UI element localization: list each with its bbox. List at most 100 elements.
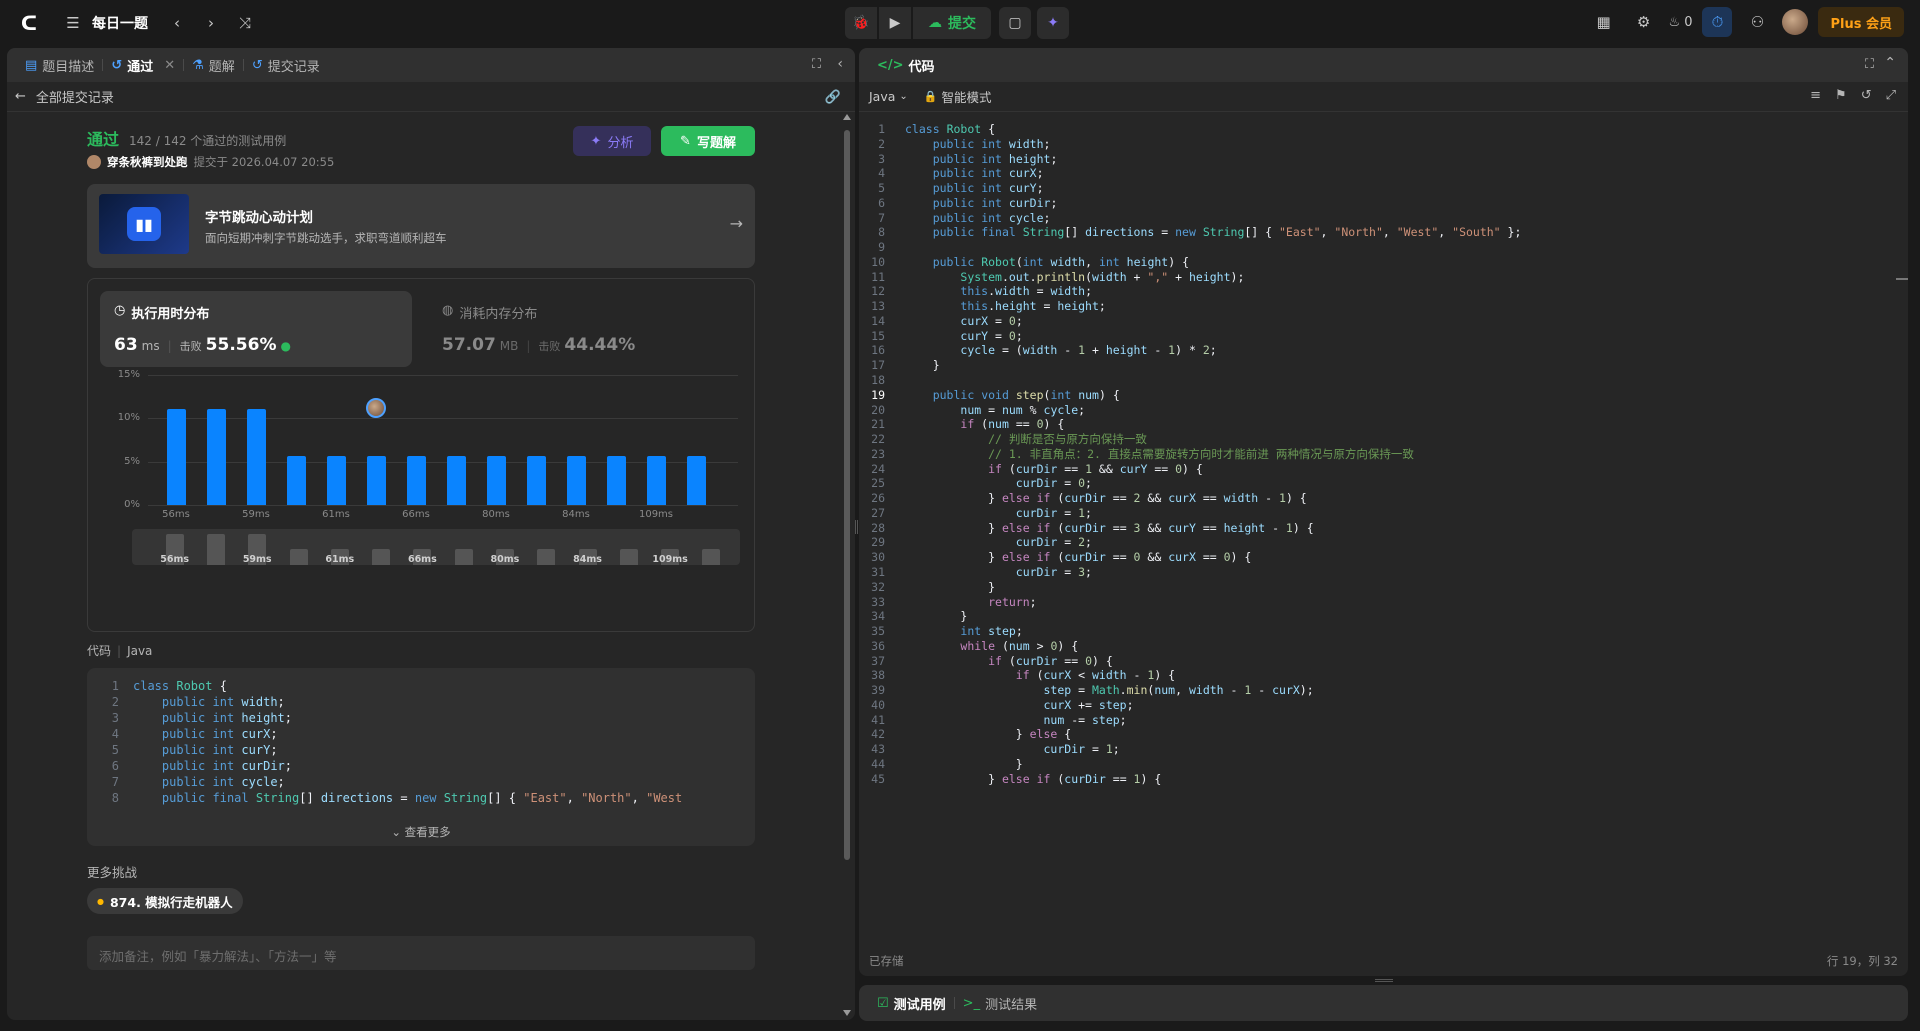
code-line[interactable]: 34 } [865,609,1889,624]
code-line[interactable]: 19 public void step(int num) { [865,388,1889,403]
editor-scroll-indicator[interactable] [1896,278,1908,280]
code-line[interactable]: 12 this.width = width; [865,284,1889,299]
plus-member-button[interactable]: Plus 会员 [1818,7,1904,37]
add-friend-icon[interactable]: ⚇ [1742,7,1772,37]
code-line[interactable]: 29 curDir = 2; [865,535,1889,550]
code-line[interactable]: 36 while (num > 0) { [865,639,1889,654]
tab-code[interactable]: </> 代码 [869,48,943,82]
code-line[interactable]: 10 public Robot(int width, int height) { [865,255,1889,270]
code-line[interactable]: 20 num = num % cycle; [865,403,1889,418]
view-more-button[interactable]: ⌄ 查看更多 [87,824,755,840]
chart-bar[interactable] [646,456,666,505]
chart-bar[interactable] [606,456,626,505]
code-line[interactable]: 3 public int height; [865,152,1889,167]
chart-bar[interactable] [486,456,506,505]
code-line[interactable]: 41 num -= step; [865,713,1889,728]
bookmark-icon[interactable]: ⚑ [1835,88,1847,103]
link-icon[interactable]: 🔗 [825,90,841,105]
code-line[interactable]: 25 curDir = 0; [865,476,1889,491]
format-icon[interactable]: ≡ [1810,88,1821,103]
leetcode-logo-icon[interactable]: ᑕ [14,8,44,38]
code-line[interactable]: 11 System.out.println(width + "," + heig… [865,270,1889,285]
collapse-icon[interactable]: ‹ [837,56,843,72]
code-line[interactable]: 35 int step; [865,624,1889,639]
chart-bar[interactable] [326,456,346,505]
chart-bar[interactable] [526,456,546,505]
code-line[interactable]: 43 curDir = 1; [865,742,1889,757]
streak-counter[interactable]: ♨ 0 [1669,15,1693,30]
code-line[interactable]: 16 cycle = (width - 1 + height - 1) * 2; [865,343,1889,358]
all-submissions-link[interactable]: 全部提交记录 [36,87,114,106]
reset-icon[interactable]: ↺ [1861,88,1872,103]
vertical-splitter[interactable] [855,520,858,534]
chart-bar[interactable] [406,456,426,505]
write-solution-button[interactable]: ✎ 写题解 [661,126,755,156]
code-line[interactable]: 8 public final String[] directions = new… [865,225,1889,240]
tab-solutions[interactable]: ⚗ 题解 [184,48,243,82]
code-line[interactable]: 33 return; [865,595,1889,610]
layout-grid-icon[interactable]: ▦ [1589,7,1619,37]
code-line[interactable]: 9 [865,240,1889,255]
code-line[interactable]: 7 public int cycle; [865,211,1889,226]
code-line[interactable]: 17 } [865,358,1889,373]
arrow-left-icon[interactable]: ← [15,89,26,104]
tab-testcase[interactable]: ☑ 测试用例 [869,986,954,1020]
prev-problem-icon[interactable]: ‹ [162,8,192,38]
smart-mode-toggle[interactable]: 🔒 智能模式 [924,87,992,106]
code-line[interactable]: 2 public int width; [865,137,1889,152]
code-line[interactable]: 6 public int curDir; [865,196,1889,211]
chart-bar[interactable] [366,456,386,505]
code-line[interactable]: 30 } else if (curDir == 0 && curX == 0) … [865,550,1889,565]
note-input[interactable]: 添加备注，例如「暴力解法」、「方法一」等 [87,936,755,970]
tab-test-result[interactable]: >_ 测试结果 [955,986,1045,1020]
run-button[interactable]: ▶ [879,7,911,39]
problem-list-icon[interactable]: ☰ [58,8,88,38]
code-line[interactable]: 45 } else if (curDir == 1) { [865,772,1889,787]
chart-range-slider[interactable]: 56ms 59ms 61ms 66ms 80ms 84ms 109ms [132,529,740,565]
tab-description[interactable]: ▤ 题目描述 [17,48,102,82]
code-line[interactable]: 14 curX = 0; [865,314,1889,329]
code-line[interactable]: 4 public int curX; [865,166,1889,181]
code-line[interactable]: 18 [865,373,1889,388]
chart-bar[interactable] [286,456,306,505]
analyze-button[interactable]: ✦ 分析 [573,126,651,156]
scrollbar[interactable] [841,112,853,1020]
promo-banner[interactable]: ▮▮ 字节跳动心动计划 面向短期冲刺字节跳动选手，求职弯道顺利超车 → [87,184,755,268]
user-avatar[interactable] [87,155,101,169]
code-line[interactable]: 23 // 1. 非直角点：2. 直接点需要旋转方向时才能前进 两种情况与原方向… [865,447,1889,462]
code-editor[interactable]: 1 class Robot {2 public int width; 3 publi… [859,122,1889,934]
horizontal-splitter[interactable] [1375,979,1393,982]
code-line[interactable]: 21 if (num == 0) { [865,417,1889,432]
chart-bar[interactable] [446,456,466,505]
code-line[interactable]: 24 if (curDir == 1 && curY == 0) { [865,462,1889,477]
submit-button[interactable]: ☁ 提交 [913,7,991,39]
code-line[interactable]: 1 class Robot { [865,122,1889,137]
challenge-chip[interactable]: ● 874. 模拟行走机器人 [87,888,243,914]
code-line[interactable]: 44 } [865,757,1889,772]
code-line[interactable]: 40 curX += step; [865,698,1889,713]
code-line[interactable]: 42 } else { [865,727,1889,742]
code-line[interactable]: 27 curDir = 1; [865,506,1889,521]
memory-tab[interactable]: ◍ 消耗内存分布 57.07 MB | 击败 44.44% [428,291,740,367]
code-line[interactable]: 26 } else if (curDir == 2 && curX == wid… [865,491,1889,506]
code-line[interactable]: 13 this.height = height; [865,299,1889,314]
maximize-icon[interactable]: ⛶ [812,57,821,72]
chart-bar[interactable] [166,408,186,505]
fullscreen-icon[interactable]: ⤢ [1886,88,1896,103]
code-line[interactable]: 37 if (curDir == 0) { [865,654,1889,669]
scroll-up-icon[interactable] [843,114,851,120]
code-line[interactable]: 5 public int curY; [865,181,1889,196]
problem-list-title[interactable]: 每日一题 [92,13,148,33]
code-line[interactable]: 38 if (curX < width - 1) { [865,668,1889,683]
close-icon[interactable]: ✕ [164,58,175,73]
avatar[interactable] [1782,9,1809,35]
tab-accepted[interactable]: ↺ 通过 ✕ [103,48,183,82]
ai-assistant-button[interactable]: ✦ [1037,7,1069,39]
chart-bar[interactable] [686,456,706,505]
code-line[interactable]: 32 } [865,580,1889,595]
chart-bar[interactable] [246,408,266,505]
chart-bar[interactable] [206,408,226,505]
code-line[interactable]: 22 // 判断是否与原方向保持一致 [865,432,1889,447]
collapse-up-icon[interactable]: ⌃ [1884,55,1896,71]
timer-icon[interactable]: ⏱ [1702,7,1733,37]
